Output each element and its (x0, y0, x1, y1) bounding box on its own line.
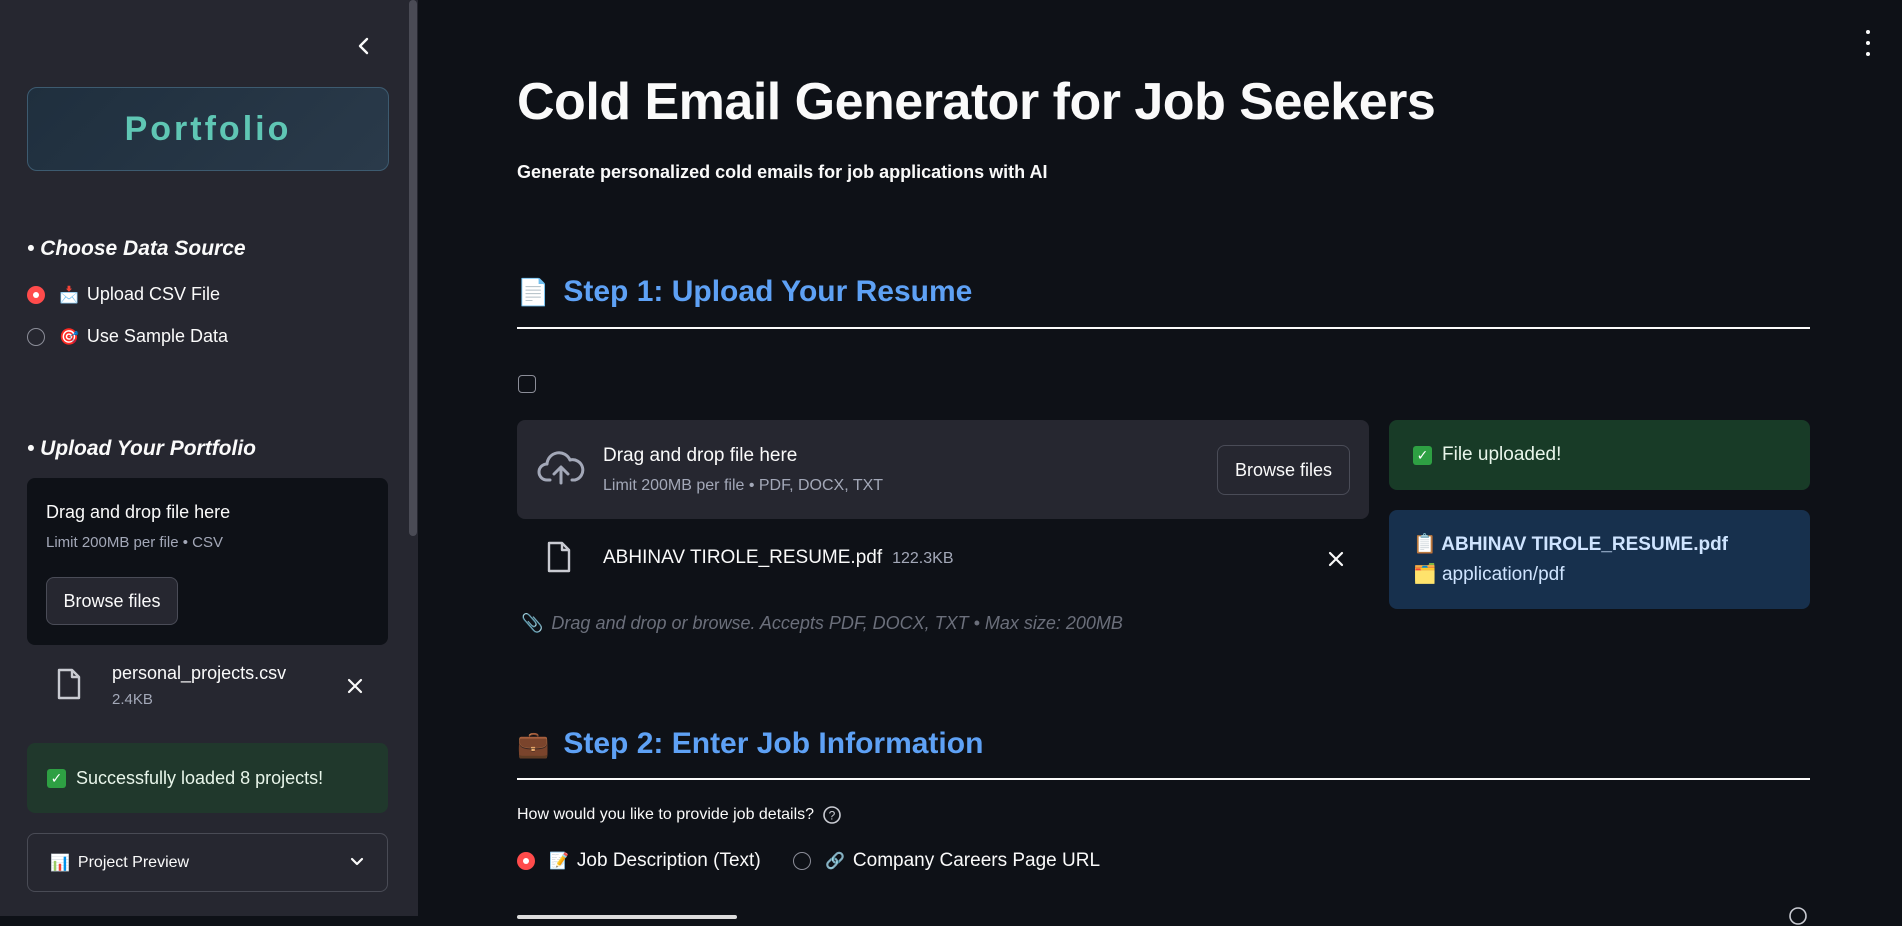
menu-dot (1866, 41, 1870, 45)
portfolio-dropzone[interactable]: Drag and drop file here Limit 200MB per … (27, 478, 388, 645)
file-uploaded-alert: ✓ File uploaded! (1389, 420, 1810, 490)
step1-heading: 📄 Step 1: Upload Your Resume (517, 275, 972, 309)
uploaded-file-name: personal_projects.csv (112, 663, 287, 683)
help-icon[interactable]: ? (822, 805, 842, 825)
file-info-name-line: 📋 ABHINAV TIROLE_RESUME.pdf (1413, 532, 1786, 556)
file-icon (547, 541, 571, 573)
clipboard-icon: 📋 (1413, 534, 1437, 555)
remove-file-icon[interactable] (346, 677, 364, 695)
radio-unselected-indicator (793, 852, 811, 870)
radio-label: Upload CSV File (86, 284, 220, 304)
page-subtitle: Generate personalized cold emails for jo… (517, 162, 1048, 182)
dropzone-title: Drag and drop file here (603, 445, 798, 466)
paperclip-icon: 📎 (521, 613, 544, 633)
menu-dot (1866, 52, 1870, 56)
question-text: How would you like to provide job detail… (517, 806, 815, 823)
chevron-down-icon (350, 857, 364, 866)
browse-files-button[interactable]: Browse files (46, 577, 178, 625)
data-source-heading: • Choose Data Source (27, 237, 246, 260)
document-icon: 📄 (517, 276, 550, 307)
cut-off-next-label (517, 905, 917, 925)
memo-icon: 📝 (549, 853, 569, 870)
file-icon (57, 668, 81, 700)
project-preview-expander[interactable]: 📊 Project Preview (27, 833, 388, 892)
uploaded-file-size: 2.4KB (112, 691, 153, 708)
radio-selected-indicator (27, 285, 45, 304)
radio-selected-indicator (517, 852, 535, 870)
expander-label: Project Preview (77, 853, 190, 871)
uploaded-file-size: 122.3KB (892, 550, 954, 567)
radio-label: Job Description (Text) (576, 850, 761, 871)
checkbox[interactable] (518, 375, 536, 393)
folder-icon: 🗂️ (1413, 564, 1437, 585)
step1-heading-text: Step 1: Upload Your Resume (563, 275, 973, 308)
inbox-icon: 📩 (59, 286, 79, 304)
step2-divider (517, 778, 1810, 780)
target-icon: 🎯 (59, 328, 79, 346)
success-message: Successfully loaded 8 projects! (76, 767, 324, 788)
svg-text:?: ? (829, 809, 836, 823)
browse-files-button[interactable]: Browse files (1217, 445, 1350, 495)
uploaded-file-name: ABHINAV TIROLE_RESUME.pdf (603, 547, 883, 568)
file-info-type: application/pdf (1441, 564, 1565, 585)
radio-upload-csv[interactable]: 📩 Upload CSV File (27, 284, 220, 305)
file-info-box: 📋 ABHINAV TIROLE_RESUME.pdf 🗂️ applicati… (1389, 510, 1810, 609)
file-uploaded-message: File uploaded! (1442, 444, 1562, 465)
uploaded-file-info: ABHINAV TIROLE_RESUME.pdf 122.3KB (603, 547, 954, 569)
chevron-left-icon (358, 37, 369, 55)
sidebar-scrollbar[interactable] (409, 0, 417, 536)
sidebar: Portfolio • Choose Data Source 📩 Upload … (0, 0, 418, 916)
step1-divider (517, 327, 1810, 329)
step2-heading-text: Step 2: Enter Job Information (563, 727, 984, 760)
radio-unselected-indicator (27, 327, 45, 346)
bar-chart-icon: 📊 (50, 854, 70, 872)
upload-hint: 📎 Drag and drop or browse. Accepts PDF, D… (521, 613, 1123, 634)
check-mark-icon: ✓ (47, 768, 66, 788)
radio-job-description-text[interactable]: 📝 Job Description (Text) (517, 850, 761, 872)
radio-use-sample-data[interactable]: 🎯 Use Sample Data (27, 326, 228, 347)
radio-label: Use Sample Data (86, 326, 228, 346)
resume-dropzone[interactable]: Drag and drop file here Limit 200MB per … (517, 420, 1369, 519)
step2-heading: 💼 Step 2: Enter Job Information (517, 727, 983, 761)
collapse-sidebar-button[interactable] (352, 32, 376, 60)
main-menu-button[interactable] (1858, 30, 1878, 56)
success-alert: ✓ Successfully loaded 8 projects! (27, 743, 388, 813)
remove-file-icon[interactable] (1327, 550, 1345, 568)
link-icon: 🔗 (825, 853, 845, 870)
check-mark-icon: ✓ (1413, 445, 1432, 465)
dropzone-limit: Limit 200MB per file • PDF, DOCX, TXT (603, 477, 884, 494)
file-info-name: ABHINAV TIROLE_RESUME.pdf (1441, 534, 1729, 555)
job-details-question: How would you like to provide job detail… (517, 805, 842, 825)
portfolio-title: Portfolio (124, 109, 292, 148)
upload-portfolio-heading: • Upload Your Portfolio (27, 437, 257, 460)
portfolio-banner: Portfolio (27, 87, 389, 171)
menu-dot (1866, 30, 1870, 34)
radio-company-careers-url[interactable]: 🔗 Company Careers Page URL (793, 850, 1100, 872)
upload-hint-text: Drag and drop or browse. Accepts PDF, DO… (551, 613, 1123, 633)
file-info-type-line: 🗂️ application/pdf (1413, 562, 1786, 586)
dropzone-title: Drag and drop file here (46, 502, 231, 522)
briefcase-icon: 💼 (517, 728, 550, 759)
cloud-upload-icon (537, 451, 585, 485)
page-title: Cold Email Generator for Job Seekers (517, 73, 1436, 131)
dropzone-limit: Limit 200MB per file • CSV (46, 534, 223, 551)
help-icon[interactable] (1788, 906, 1808, 926)
radio-label: Company Careers Page URL (852, 850, 1101, 871)
